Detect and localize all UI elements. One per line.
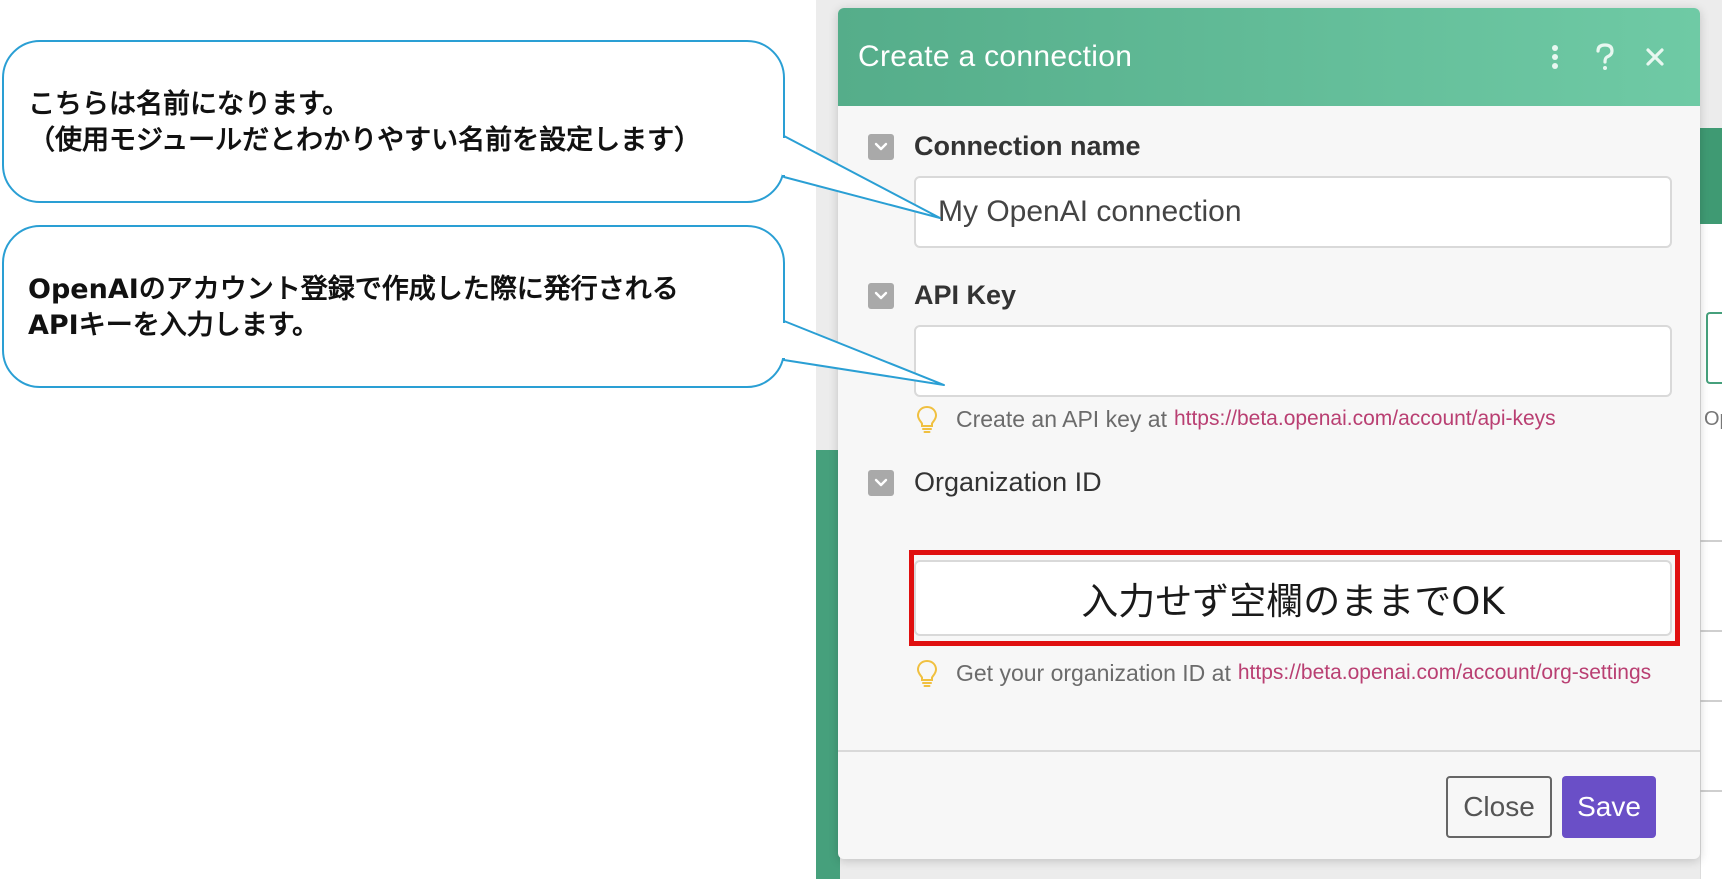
dialog-header: Create a connection xyxy=(838,8,1700,106)
callout-line: こちらは名前になります。 xyxy=(28,89,350,120)
organization-id-label-row: Organization ID xyxy=(868,467,1102,498)
connection-name-value: My OpenAI connection xyxy=(938,195,1242,228)
help-icon[interactable] xyxy=(1580,32,1630,82)
callout-line: APIキーを入力します。 xyxy=(28,310,320,341)
connection-name-label-row: Connection name xyxy=(868,131,1141,162)
api-key-hint-text: Create an API key at xyxy=(956,405,1167,432)
organization-id-hint: Get your organization ID at https://beta… xyxy=(916,659,1651,687)
api-key-label: API Key xyxy=(914,280,1017,310)
callout-line: OpenAIのアカウント登録で作成した際に発行される xyxy=(28,274,679,305)
callout-connection-name: こちらは名前になります。 （使用モジュールだとわかりやすい名前を設定します） xyxy=(2,40,785,203)
background-divider xyxy=(1700,630,1722,632)
more-vertical-icon[interactable] xyxy=(1530,32,1580,82)
org-settings-link[interactable]: https://beta.openai.com/account/org-sett… xyxy=(1238,661,1651,685)
lightbulb-icon xyxy=(916,659,938,687)
api-key-input[interactable] xyxy=(914,325,1672,397)
api-key-hint: Create an API key at https://beta.openai… xyxy=(916,405,1556,433)
close-icon[interactable] xyxy=(1630,32,1680,82)
api-key-label-row: API Key xyxy=(868,280,1016,311)
background-right-panel xyxy=(1700,128,1722,879)
api-keys-link[interactable]: https://beta.openai.com/account/api-keys xyxy=(1174,407,1556,431)
organization-id-label: Organization ID xyxy=(914,467,1102,497)
background-green-strip xyxy=(816,450,840,879)
create-connection-dialog: Create a connection Connection name My O… xyxy=(838,8,1700,859)
background-divider xyxy=(1700,790,1722,792)
background-divider xyxy=(1700,700,1722,702)
background-divider xyxy=(1700,540,1722,542)
callout-api-key: OpenAIのアカウント登録で作成した際に発行される APIキーを入力します。 xyxy=(2,225,785,388)
chevron-down-icon[interactable] xyxy=(868,133,894,160)
chevron-down-icon[interactable] xyxy=(868,469,894,496)
organization-id-hint-text: Get your organization ID at xyxy=(956,659,1231,686)
organization-id-input[interactable]: 入力せず空欄のままでOK xyxy=(914,560,1672,636)
callout-line: （使用モジュールだとわかりやすい名前を設定します） xyxy=(28,125,702,156)
screenshot-stage: Op こちらは名前になります。 （使用モジュールだとわかりやすい名前を設定します… xyxy=(0,0,1722,879)
close-button[interactable]: Close xyxy=(1446,776,1552,838)
footer-divider xyxy=(838,750,1700,752)
background-green-block xyxy=(1700,128,1722,224)
organization-id-annotation: 入力せず空欄のままでOK xyxy=(1081,580,1505,623)
background-panel-handle[interactable] xyxy=(1706,312,1722,384)
connection-name-label: Connection name xyxy=(914,131,1141,161)
lightbulb-icon xyxy=(916,405,938,433)
background-panel-text: Op xyxy=(1704,408,1722,430)
connection-name-input[interactable]: My OpenAI connection xyxy=(914,176,1672,248)
save-button[interactable]: Save xyxy=(1562,776,1656,838)
dialog-title: Create a connection xyxy=(858,40,1133,73)
chevron-down-icon[interactable] xyxy=(868,282,894,309)
